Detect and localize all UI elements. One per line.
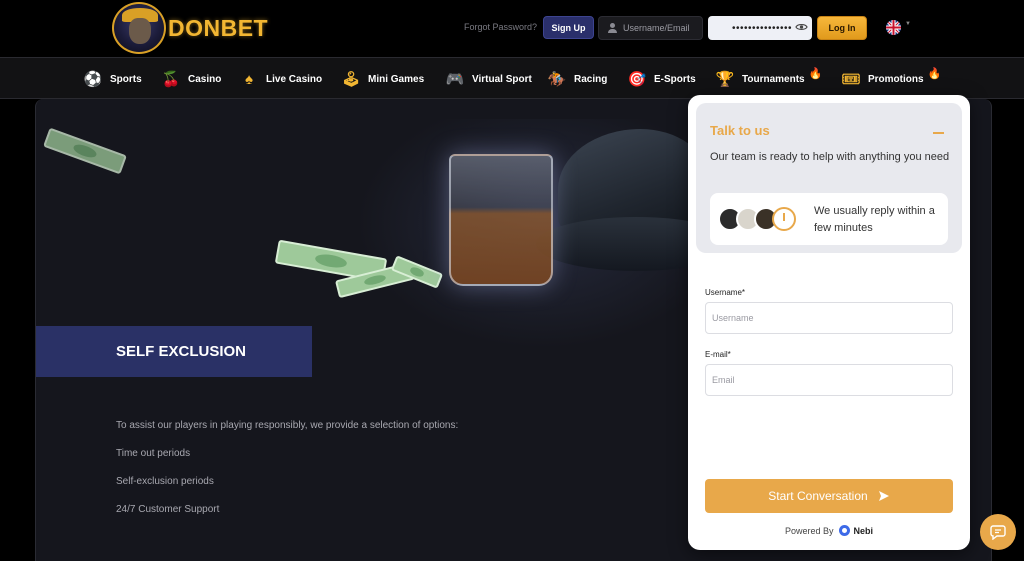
option-item: Self-exclusion periods xyxy=(116,476,214,487)
logo[interactable]: DONBET xyxy=(112,2,268,54)
user-icon xyxy=(607,23,617,33)
chat-widget: Talk to us Our team is ready to help wit… xyxy=(688,95,970,550)
powered-by-text: Powered By xyxy=(784,525,834,536)
username-label: Username* xyxy=(705,288,746,297)
nav-label: Promotions xyxy=(868,73,924,85)
minimize-icon[interactable] xyxy=(933,132,944,134)
email-placeholder: Email xyxy=(712,375,735,385)
mini-games-icon: 🕹 xyxy=(341,71,361,88)
chat-bubble-icon xyxy=(990,525,1006,540)
forgot-password-link[interactable]: Forgot Password? xyxy=(464,22,537,32)
option-item: Time out periods xyxy=(116,448,191,459)
chat-username-input[interactable]: Username xyxy=(705,302,953,334)
hot-fire-icon: 🔥 xyxy=(927,67,942,80)
start-conversation-button[interactable]: Start Conversation xyxy=(705,479,953,513)
horse-icon: 🏇 xyxy=(547,71,567,88)
reply-time-card: We usually reply within a few minutes xyxy=(710,193,948,245)
nav-label: Casino xyxy=(188,73,222,85)
nav-label: Sports xyxy=(110,73,142,85)
brand-name: DONBET xyxy=(168,14,269,41)
username-placeholder: Username/Email xyxy=(623,23,690,33)
nebi-logo-icon xyxy=(838,525,850,536)
nav-item-sports[interactable]: ⚽ Sports xyxy=(84,67,142,91)
trophy-icon: 🏆 xyxy=(715,71,735,88)
whiskey-glass-image xyxy=(449,154,553,286)
clock-icon xyxy=(772,207,796,231)
start-conversation-label: Start Conversation xyxy=(768,489,868,503)
nav-item-tournaments[interactable]: 🏆 Tournaments 🔥 xyxy=(715,67,823,91)
ticket-icon: 🎟 xyxy=(841,71,861,88)
nav-item-mini-games[interactable]: 🕹 Mini Games xyxy=(341,67,425,91)
page-title-banner: SELF EXCLUSION xyxy=(36,326,312,377)
email-label: E-mail* xyxy=(705,350,731,359)
nav-label: Tournaments xyxy=(742,73,805,85)
nav-label: Virtual Sport xyxy=(472,73,532,85)
chat-title: Talk to us xyxy=(710,123,770,138)
intro-text: To assist our players in playing respons… xyxy=(116,420,459,431)
nav-label: E-Sports xyxy=(654,73,696,85)
uk-flag-icon[interactable] xyxy=(886,20,901,35)
nav-item-casino[interactable]: 🍒 Casino xyxy=(161,67,222,91)
chat-header: Talk to us Our team is ready to help wit… xyxy=(696,103,962,253)
main-nav: ⚽ Sports 🍒 Casino ♠ Live Casino 🕹 Mini G… xyxy=(0,57,1024,99)
login-button[interactable]: Log In xyxy=(817,16,867,40)
spade-icon: ♠ xyxy=(245,70,253,88)
nav-label: Racing xyxy=(574,73,608,85)
signup-button[interactable]: Sign Up xyxy=(543,16,594,39)
casino-icon: 🍒 xyxy=(161,71,181,88)
esports-icon: 🎯 xyxy=(627,71,647,88)
chat-subtitle: Our team is ready to help with anything … xyxy=(710,151,950,163)
reply-time-text: We usually reply within a few minutes xyxy=(814,205,935,234)
nav-item-racing[interactable]: 🏇 Racing xyxy=(547,67,608,91)
chat-email-input[interactable]: Email xyxy=(705,364,953,396)
username-placeholder: Username xyxy=(712,313,754,323)
password-value: ••••••••••••••• xyxy=(732,22,793,34)
header: DONBET Forgot Password? Sign Up Username… xyxy=(0,0,1024,57)
username-field[interactable]: Username/Email xyxy=(598,16,703,40)
nav-label: Mini Games xyxy=(368,73,425,85)
powered-by: Powered By Nebi xyxy=(688,525,970,536)
provider-name[interactable]: Nebi xyxy=(854,526,874,536)
gamepad-icon: 🎮 xyxy=(445,71,465,88)
mascot-logo-icon xyxy=(112,2,166,54)
nav-label: Live Casino xyxy=(266,73,323,85)
agent-avatars xyxy=(718,207,796,231)
nav-item-virtual-sport[interactable]: 🎮 Virtual Sport xyxy=(446,67,532,91)
page-title: SELF EXCLUSION xyxy=(116,343,247,360)
hot-fire-icon: 🔥 xyxy=(808,67,823,80)
nav-item-promotions[interactable]: 🎟 Promotions 🔥 xyxy=(841,67,942,91)
option-item: 24/7 Customer Support xyxy=(116,504,220,515)
chat-launcher-button[interactable] xyxy=(980,514,1016,550)
nav-item-esports[interactable]: 🎯 E-Sports xyxy=(628,67,696,91)
flying-cash-image xyxy=(43,127,127,175)
password-field[interactable]: ••••••••••••••• xyxy=(708,16,812,40)
send-icon xyxy=(878,491,889,501)
nav-item-live-casino[interactable]: ♠ Live Casino xyxy=(240,67,322,91)
chevron-down-icon[interactable]: ▼ xyxy=(905,21,911,27)
sports-ball-icon: ⚽ xyxy=(83,71,103,88)
eye-icon[interactable] xyxy=(795,22,808,32)
